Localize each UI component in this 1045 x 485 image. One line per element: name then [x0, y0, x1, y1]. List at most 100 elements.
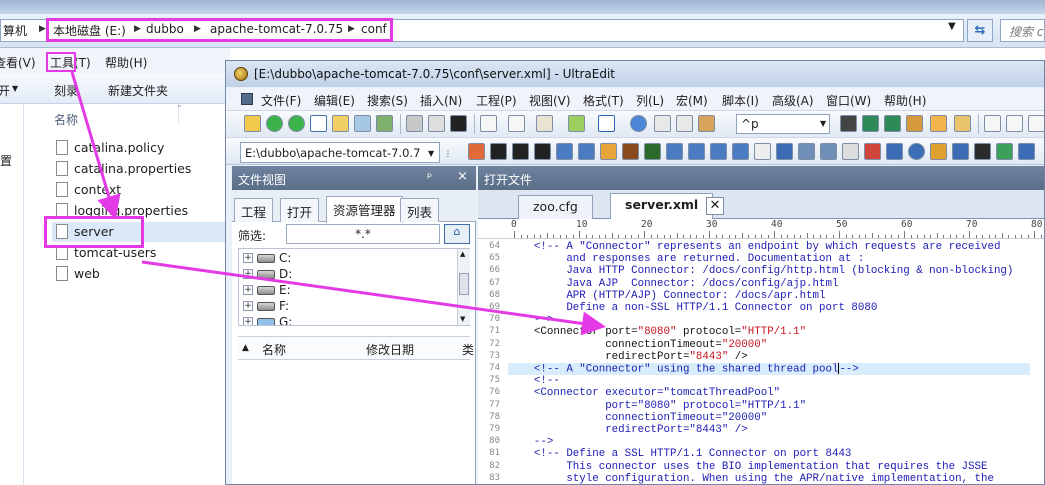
- code-line[interactable]: Java AJP Connector: /docs/config/ajp.htm…: [508, 278, 838, 290]
- menu-help[interactable]: 帮助(H): [884, 92, 926, 109]
- tab-open[interactable]: 打开: [280, 198, 320, 222]
- chevron-down-icon[interactable]: ▼: [12, 84, 18, 93]
- align-center-icon[interactable]: [1006, 115, 1023, 132]
- print-icon[interactable]: [406, 115, 423, 132]
- insert-tag-icon[interactable]: [468, 143, 485, 160]
- html-tag-icon[interactable]: [622, 143, 639, 160]
- html-tag-icon[interactable]: [578, 143, 595, 160]
- menu-insert[interactable]: 插入(N): [420, 92, 462, 109]
- code-line[interactable]: port="8080" protocol="HTTP/1.1": [508, 400, 806, 412]
- paste-icon[interactable]: [698, 115, 715, 132]
- html-tag-icon[interactable]: [556, 143, 573, 160]
- back-icon[interactable]: [266, 115, 283, 132]
- menu-format[interactable]: 格式(T): [583, 92, 624, 109]
- menu-edit[interactable]: 编辑(E): [314, 92, 355, 109]
- save-icon[interactable]: [354, 115, 371, 132]
- menu-column[interactable]: 列(L): [636, 92, 664, 109]
- align-right-icon[interactable]: [1028, 115, 1044, 132]
- align-left-icon[interactable]: [984, 115, 1001, 132]
- code-line[interactable]: APR (HTTP/AJP) Connector: /docs/apr.html: [508, 290, 825, 302]
- expand-icon[interactable]: +: [243, 317, 253, 325]
- column-header-name[interactable]: 名称: [54, 111, 78, 128]
- menu-view[interactable]: 视图(V): [529, 92, 571, 109]
- code-line[interactable]: redirectPort="8443" />: [508, 424, 748, 436]
- file-row[interactable]: catalina.properties: [52, 159, 230, 179]
- html-tag-icon[interactable]: [864, 143, 881, 160]
- drive-item-e[interactable]: + E:: [243, 283, 453, 299]
- menu-project[interactable]: 工程(P): [476, 92, 517, 109]
- bookmark-icon[interactable]: [930, 115, 947, 132]
- code-line[interactable]: redirectPort="8443" />: [508, 351, 748, 363]
- html-tag-icon[interactable]: [710, 143, 727, 160]
- code-line[interactable]: style configuration. When using the APR/…: [508, 473, 994, 484]
- navigation-item[interactable]: 置: [0, 152, 12, 169]
- toolbar-burn[interactable]: 刻录: [54, 82, 78, 99]
- replace-icon[interactable]: [906, 115, 923, 132]
- code-line[interactable]: This connector uses the BIO implementati…: [508, 461, 987, 473]
- chevron-down-icon[interactable]: ▼: [820, 119, 826, 128]
- bold-icon[interactable]: [490, 143, 507, 160]
- code-line-current[interactable]: <!-- A "Connector" using the shared thre…: [508, 363, 1030, 376]
- expand-icon[interactable]: +: [243, 253, 253, 263]
- copy-icon[interactable]: [676, 115, 693, 132]
- hex-icon[interactable]: [536, 115, 553, 132]
- html-tag-icon[interactable]: [688, 143, 705, 160]
- drive-tree-scrollbar[interactable]: ▲ ▼: [457, 249, 470, 325]
- find-next-icon[interactable]: [862, 115, 879, 132]
- window-titlebar[interactable]: [E:\dubbo\apache-tomcat-7.0.75\conf\serv…: [226, 61, 1044, 87]
- html-tag-icon[interactable]: [842, 143, 859, 160]
- refresh-button[interactable]: ⇆: [967, 19, 993, 42]
- menu-macro[interactable]: 宏(M): [676, 92, 708, 109]
- radio-tag-icon[interactable]: [908, 143, 925, 160]
- code-line[interactable]: -->: [508, 436, 553, 448]
- anchor-icon[interactable]: [974, 143, 991, 160]
- web-browser-icon[interactable]: [630, 115, 647, 132]
- menu-file[interactable]: 文件(F): [261, 92, 301, 109]
- code-line[interactable]: Java HTTP Connector: /docs/config/http.h…: [508, 265, 1013, 277]
- toolbar-overflow-icon[interactable]: ⋮: [444, 149, 452, 158]
- code-line[interactable]: -->: [508, 314, 553, 326]
- underline-icon[interactable]: [534, 143, 551, 160]
- tab-list[interactable]: 列表: [400, 198, 440, 222]
- drive-item-d[interactable]: + D:: [243, 267, 453, 283]
- code-line[interactable]: and responses are returned. Documentatio…: [508, 253, 864, 265]
- code-line[interactable]: <!-- Define a SSL HTTP/1.1 Connector on …: [508, 448, 851, 460]
- html-tag-icon[interactable]: [600, 143, 617, 160]
- path-combo-input[interactable]: E:\dubbo\apache-tomcat-7.0.7: [240, 142, 440, 163]
- drive-item-f[interactable]: + F:: [243, 299, 453, 315]
- open-folder-button[interactable]: ⌂: [444, 224, 470, 244]
- html-tag-icon[interactable]: [798, 143, 815, 160]
- properties-icon[interactable]: [508, 115, 525, 132]
- html-tag-icon[interactable]: [996, 143, 1013, 160]
- tab-project[interactable]: 工程: [234, 198, 274, 222]
- scroll-up-icon[interactable]: ▲: [460, 250, 465, 258]
- font-icon[interactable]: [450, 115, 467, 132]
- html-tag-icon[interactable]: [1018, 143, 1035, 160]
- find-prev-icon[interactable]: [884, 115, 901, 132]
- breadcrumb-computer[interactable]: 算机: [3, 22, 27, 39]
- code-line[interactable]: <!--: [508, 375, 560, 387]
- save-all-icon[interactable]: [376, 115, 393, 132]
- checkbox-tag-icon[interactable]: [886, 143, 903, 160]
- tab-explorer[interactable]: 资源管理器: [326, 196, 403, 223]
- new-file-icon[interactable]: [310, 115, 327, 132]
- italic-icon[interactable]: [512, 143, 529, 160]
- breadcrumb-separator[interactable]: ▶: [39, 24, 46, 34]
- print-preview-icon[interactable]: [428, 115, 445, 132]
- menu-help[interactable]: 帮助(H): [105, 54, 147, 71]
- code-area[interactable]: <!-- A "Connector" represents an endpoin…: [508, 239, 1044, 484]
- file-row[interactable]: catalina.policy: [52, 138, 230, 158]
- search-input[interactable]: 搜索 c: [1000, 19, 1045, 42]
- address-dropdown-icon[interactable]: ▼: [948, 21, 956, 32]
- html-tag-icon[interactable]: [820, 143, 837, 160]
- menu-view[interactable]: 查看(V): [0, 54, 36, 71]
- code-line[interactable]: <Connector executor="tomcatThreadPool": [508, 387, 780, 399]
- document-icon[interactable]: [241, 93, 253, 105]
- column-header-name[interactable]: 名称: [262, 341, 286, 358]
- column-header-modified[interactable]: 修改日期: [366, 341, 414, 358]
- tab-server-xml[interactable]: server.xml: [610, 193, 714, 220]
- toolbar-open[interactable]: 开: [0, 82, 10, 99]
- code-line[interactable]: Define a non-SSL HTTP/1.1 Connector on p…: [508, 302, 877, 314]
- list-icon[interactable]: [480, 115, 497, 132]
- html-tag-icon[interactable]: [644, 143, 661, 160]
